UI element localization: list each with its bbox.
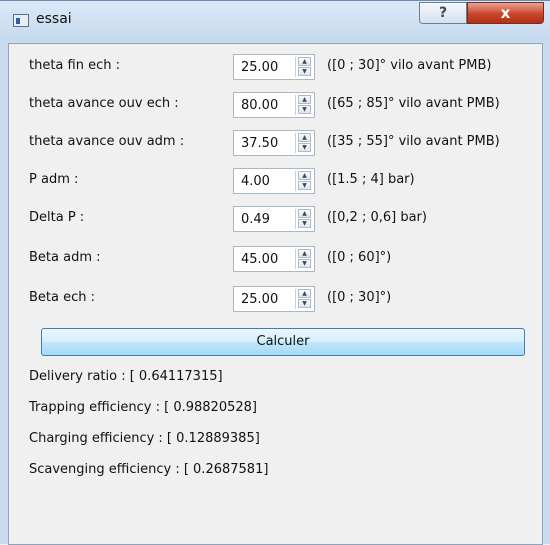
spin-up-arrow-icon[interactable]: ▲ (298, 289, 311, 298)
app-window: essai ? x theta fin ech : 25.00 ▲ ▼ ([0 … (0, 0, 550, 545)
field-label: theta avance ouv ech : (29, 96, 179, 111)
spin-down-arrow-icon[interactable]: ▼ (298, 219, 311, 228)
help-button[interactable]: ? (419, 2, 467, 24)
field-row-theta-avance-ouv-ech: theta avance ouv ech : 80.00 ▲ ▼ ([65 ; … (9, 90, 544, 120)
spin-up-arrow-icon[interactable]: ▲ (298, 171, 311, 180)
spin-down-arrow-icon[interactable]: ▼ (298, 67, 311, 76)
theta-avance-ouv-adm-spinbox[interactable]: 37.50 ▲ ▼ (233, 130, 315, 156)
field-row-p-adm: P adm : 4.00 ▲ ▼ ([1.5 ; 4] bar) (9, 166, 544, 196)
spinbox-value[interactable]: 25.00 (241, 60, 278, 75)
delta-p-spinbox[interactable]: 0.49 ▲ ▼ (233, 206, 315, 232)
spin-down-arrow-icon[interactable]: ▼ (298, 105, 311, 114)
spinbox-arrows: ▲ ▼ (295, 209, 312, 229)
field-range-hint: ([0,2 ; 0,6] bar) (327, 210, 427, 225)
field-row-beta-ech: Beta ech : 25.00 ▲ ▼ ([0 ; 30]°) (9, 284, 544, 314)
beta-ech-spinbox[interactable]: 25.00 ▲ ▼ (233, 286, 315, 312)
spin-down-arrow-icon[interactable]: ▼ (298, 259, 311, 268)
window-app-icon (13, 14, 29, 27)
field-range-hint: ([0 ; 30]° vilo avant PMB) (327, 58, 492, 73)
dialog-body: theta fin ech : 25.00 ▲ ▼ ([0 ; 30]° vil… (8, 43, 543, 545)
spinbox-arrows: ▲ ▼ (295, 249, 312, 269)
theta-fin-ech-spinbox[interactable]: 25.00 ▲ ▼ (233, 54, 315, 80)
spinbox-value[interactable]: 80.00 (241, 98, 278, 113)
field-label: theta fin ech : (29, 58, 120, 73)
result-charging-efficiency: Charging efficiency : [ 0.12889385] (29, 431, 260, 446)
spin-down-arrow-icon[interactable]: ▼ (298, 143, 311, 152)
field-row-delta-p: Delta P : 0.49 ▲ ▼ ([0,2 ; 0,6] bar) (9, 204, 544, 234)
field-range-hint: ([0 ; 30]°) (327, 290, 392, 305)
spin-down-arrow-icon[interactable]: ▼ (298, 299, 311, 308)
field-label: Delta P : (29, 210, 85, 225)
title-bar: essai ? x (0, 1, 550, 41)
theta-avance-ouv-ech-spinbox[interactable]: 80.00 ▲ ▼ (233, 92, 315, 118)
spinbox-value[interactable]: 45.00 (241, 252, 278, 267)
field-range-hint: ([35 ; 55]° vilo avant PMB) (327, 134, 500, 149)
calculate-button[interactable]: Calculer (41, 328, 525, 356)
spinbox-arrows: ▲ ▼ (295, 57, 312, 77)
field-label: theta avance ouv adm : (29, 134, 185, 149)
spinbox-arrows: ▲ ▼ (295, 133, 312, 153)
field-row-beta-adm: Beta adm : 45.00 ▲ ▼ ([0 ; 60]°) (9, 244, 544, 274)
spinbox-value[interactable]: 37.50 (241, 136, 278, 151)
spinbox-value[interactable]: 0.49 (241, 212, 270, 227)
field-range-hint: ([65 ; 85]° vilo avant PMB) (327, 96, 500, 111)
spinbox-arrows: ▲ ▼ (295, 289, 312, 309)
spin-up-arrow-icon[interactable]: ▲ (298, 249, 311, 258)
result-trapping-efficiency: Trapping efficiency : [ 0.98820528] (29, 400, 257, 415)
field-range-hint: ([1.5 ; 4] bar) (327, 172, 415, 187)
field-row-theta-avance-ouv-adm: theta avance ouv adm : 37.50 ▲ ▼ ([35 ; … (9, 128, 544, 158)
spin-up-arrow-icon[interactable]: ▲ (298, 209, 311, 218)
spin-up-arrow-icon[interactable]: ▲ (298, 95, 311, 104)
spinbox-arrows: ▲ ▼ (295, 95, 312, 115)
close-button[interactable]: x (467, 2, 544, 24)
result-scavenging-efficiency: Scavenging efficiency : [ 0.2687581] (29, 462, 269, 477)
field-label: P adm : (29, 172, 79, 187)
spinbox-arrows: ▲ ▼ (295, 171, 312, 191)
field-row-theta-fin-ech: theta fin ech : 25.00 ▲ ▼ ([0 ; 30]° vil… (9, 52, 544, 82)
spin-up-arrow-icon[interactable]: ▲ (298, 57, 311, 66)
spinbox-value[interactable]: 25.00 (241, 292, 278, 307)
beta-adm-spinbox[interactable]: 45.00 ▲ ▼ (233, 246, 315, 272)
field-label: Beta ech : (29, 290, 96, 305)
spinbox-value[interactable]: 4.00 (241, 174, 270, 189)
window-title: essai (36, 11, 72, 27)
spin-up-arrow-icon[interactable]: ▲ (298, 133, 311, 142)
field-range-hint: ([0 ; 60]°) (327, 250, 392, 265)
p-adm-spinbox[interactable]: 4.00 ▲ ▼ (233, 168, 315, 194)
spin-down-arrow-icon[interactable]: ▼ (298, 181, 311, 190)
field-label: Beta adm : (29, 250, 101, 265)
result-delivery-ratio: Delivery ratio : [ 0.64117315] (29, 369, 223, 384)
